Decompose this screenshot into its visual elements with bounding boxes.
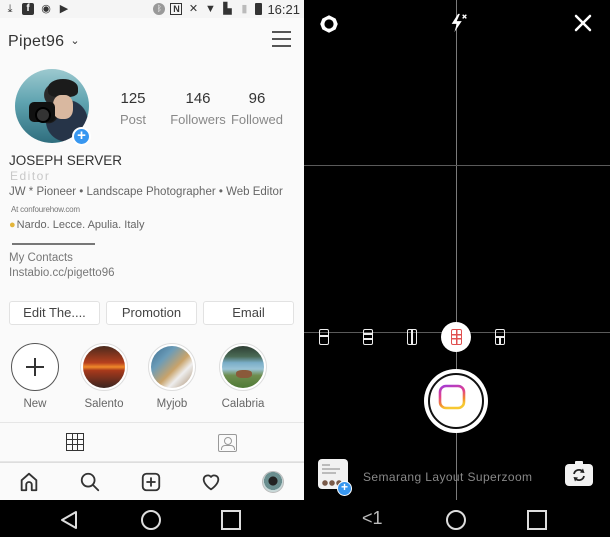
home-icon[interactable] <box>18 471 40 493</box>
following-count[interactable]: 96 Followed <box>226 90 288 127</box>
profile-header: Pipet96 ⌄ <box>0 26 304 56</box>
back-icon[interactable] <box>60 510 78 530</box>
layout-3-rows-icon[interactable] <box>363 329 373 345</box>
location-text: Nardo. Lecce. Apulia. Italy <box>16 219 145 231</box>
promotion-button[interactable]: Promotion <box>106 301 197 325</box>
profile-bio: JW * Pioneer • Landscape Photographer • … <box>9 186 283 198</box>
posts-count[interactable]: 125 Post <box>116 90 150 127</box>
hamburger-menu-icon[interactable] <box>272 31 291 47</box>
home-icon[interactable] <box>446 510 466 530</box>
contacts-label: My Contacts <box>9 252 73 264</box>
edit-profile-button[interactable]: Edit The.... <box>9 301 100 325</box>
switch-camera-icon <box>573 468 585 482</box>
profile-category: Editor <box>10 169 51 183</box>
clock: 16:21 <box>267 1 300 17</box>
add-from-gallery-icon[interactable]: + <box>337 481 352 496</box>
plus-icon <box>11 343 59 391</box>
bottom-navigation <box>0 462 304 500</box>
profile-tabs <box>0 422 304 462</box>
email-button[interactable]: Email <box>203 301 294 325</box>
stat-label: Followed <box>230 112 284 127</box>
layout-6-grid-selected[interactable] <box>441 322 471 352</box>
stat-value: 125 <box>120 90 146 107</box>
android-navigation-bar <box>0 500 304 537</box>
search-icon[interactable] <box>79 471 101 493</box>
add-story-button[interactable]: + <box>72 127 91 146</box>
highlight-cover <box>151 346 193 388</box>
recents-icon[interactable] <box>221 510 241 530</box>
highlight-cover <box>222 346 264 388</box>
signal-icon: ▮ <box>241 2 248 15</box>
grid-icon[interactable] <box>66 433 84 451</box>
grid-line-horizontal <box>304 165 610 166</box>
play-store-icon: ▶ <box>59 2 69 15</box>
mute-icon: ✕ <box>188 2 199 15</box>
facebook-icon: f <box>22 3 34 15</box>
layout-2-columns-icon[interactable] <box>407 329 417 345</box>
status-bar: ⤓ f ◉ ▶ ᛒ N ✕ ▼ ▙ ▮ 16:21 <box>0 0 304 18</box>
stat-value: 146 <box>185 90 211 107</box>
profile-name: JOSEPH SERVER <box>9 153 123 168</box>
back-button[interactable]: <1 <box>362 508 383 529</box>
stat-label: Followers <box>170 112 226 127</box>
home-icon[interactable] <box>141 510 161 530</box>
download-done-icon: ⤓ <box>7 2 13 15</box>
profile-tab-avatar[interactable] <box>262 471 284 493</box>
followers-count[interactable]: 146 Followers <box>170 90 226 127</box>
stat-label: Post <box>119 112 146 127</box>
highlight-salento[interactable]: Salento <box>78 343 130 410</box>
sim-icon: ▙ <box>223 2 232 15</box>
sync-icon: ◉ <box>41 2 51 15</box>
profile-location: ●Nardo. Lecce. Apulia. Italy <box>9 219 144 231</box>
layout-logo-icon <box>438 384 466 410</box>
settings-icon[interactable] <box>319 14 339 34</box>
nfc-icon: N <box>170 3 183 15</box>
account-switcher[interactable]: Pipet96 ⌄ <box>8 33 80 51</box>
heart-icon[interactable] <box>200 471 222 493</box>
recents-icon[interactable] <box>527 510 547 530</box>
profile-website[interactable]: At confourehow.com <box>11 205 80 214</box>
contacts-link[interactable]: Instabio.cc/pigetto96 <box>9 267 115 279</box>
highlight-new[interactable]: New <box>9 343 61 410</box>
camera-caption: Semarang Layout Superzoom <box>363 470 533 484</box>
layout-2-rows-icon[interactable] <box>319 329 329 345</box>
highlight-label: Calabria <box>221 398 265 410</box>
layout-camera-screen: + Semarang Layout Superzoom <box>304 0 610 537</box>
close-icon[interactable] <box>574 14 592 32</box>
battery-icon <box>255 3 263 15</box>
highlight-label: Myjob <box>156 398 188 410</box>
location-pin-icon: ● <box>9 219 16 231</box>
shutter-button[interactable] <box>424 369 488 433</box>
highlight-cover <box>83 346 125 388</box>
highlight-label: Salento <box>84 398 124 410</box>
instagram-profile-screen: ⤓ f ◉ ▶ ᛒ N ✕ ▼ ▙ ▮ 16:21 Pipet96 ⌄ + 125… <box>0 0 304 537</box>
flash-off-icon[interactable] <box>448 12 470 34</box>
switch-camera-button[interactable] <box>565 461 593 486</box>
layout-1-top-2-bottom-icon[interactable] <box>495 329 505 345</box>
highlight-label: New <box>23 398 47 410</box>
layout-6-grid-icon <box>451 329 462 345</box>
bluetooth-icon: ᛒ <box>153 3 166 15</box>
tagged-icon[interactable] <box>218 434 237 452</box>
username: Pipet96 <box>8 33 65 50</box>
highlight-myjob[interactable]: Myjob <box>146 343 198 410</box>
stat-value: 96 <box>248 90 266 107</box>
chevron-down-icon: ⌄ <box>70 35 80 47</box>
wifi-icon: ▼ <box>205 2 216 15</box>
add-post-icon[interactable] <box>140 471 162 493</box>
highlight-calabria[interactable]: Calabria <box>217 343 269 410</box>
bio-divider <box>12 243 95 245</box>
